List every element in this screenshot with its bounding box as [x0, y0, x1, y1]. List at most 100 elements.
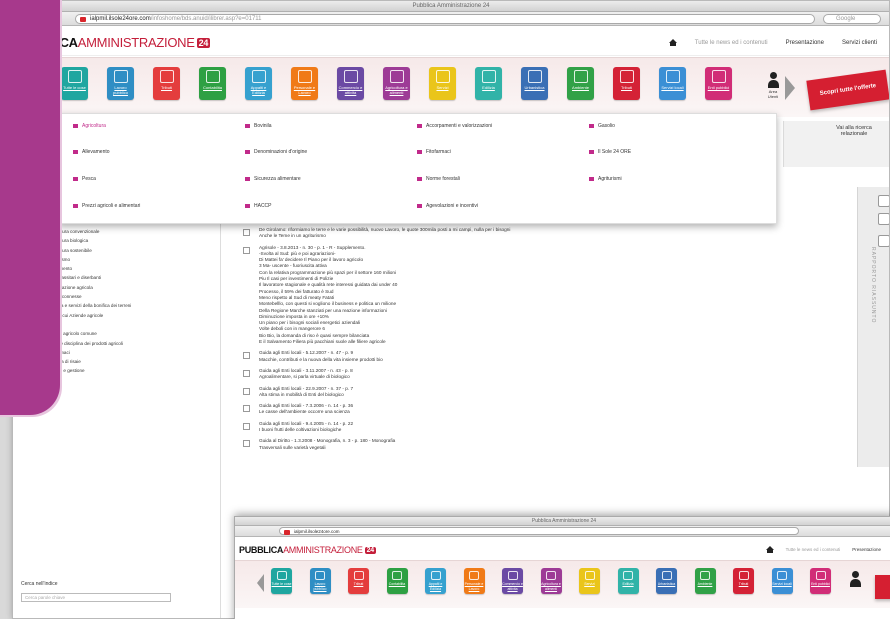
category-label: Edilizia: [482, 85, 495, 90]
dropdown-item[interactable]: Accorpamenti e valorizzazioni: [417, 123, 492, 129]
category-tile[interactable]: Edilizia: [475, 67, 502, 100]
window2-category-tile[interactable]: Enti pubblici: [810, 568, 831, 594]
top-link-presentazione[interactable]: Presentazione: [786, 40, 824, 46]
window2-category-label: Tributi: [738, 582, 749, 586]
top-link-news[interactable]: Tutte le news ed i contenuti: [695, 40, 768, 46]
dropdown-item[interactable]: Fitofarmaci: [417, 149, 451, 155]
window2-buy-button[interactable]: [875, 575, 890, 599]
dropdown-item[interactable]: HACCP: [245, 203, 272, 209]
browser-search[interactable]: Google: [823, 14, 881, 24]
dropdown-item[interactable]: Pesca: [73, 176, 96, 182]
category-icon: [665, 70, 680, 83]
window2-user-area-button[interactable]: [847, 571, 863, 599]
window2-logo-bold: PUBBLICA: [239, 545, 284, 555]
address-bar[interactable]: ialpmil.ilsole24ore.com/infoshome/bds.an…: [75, 14, 815, 24]
category-tile[interactable]: Lavoro pubblico: [107, 67, 134, 100]
category-tile[interactable]: Agricoltura e alimenti: [383, 67, 410, 100]
category-tile[interactable]: Servizi locali: [659, 67, 686, 100]
window2-top-link-presentazione[interactable]: Presentazione: [852, 547, 881, 552]
dropdown-item[interactable]: Prezzi agricoli e alimentari: [73, 203, 140, 209]
result-entry[interactable]: De Girolamo: riformiamo le terre e le va…: [243, 227, 663, 240]
category-tile[interactable]: Enti pubblici: [705, 67, 732, 100]
category-tile[interactable]: Commercio e attivita: [337, 67, 364, 100]
category-icon: [435, 70, 450, 83]
category-tile[interactable]: Servizi: [429, 67, 456, 100]
dropdown-item[interactable]: Agriturismi: [589, 176, 622, 182]
result-line: Macchie, contributi e la nuova della vit…: [259, 356, 383, 362]
dropdown-item[interactable]: Allevamento: [73, 149, 110, 155]
window2-category-icon: [700, 571, 710, 580]
result-entry[interactable]: Agrisole - 3.8.2013 - n. 30 - p. 1 - R -…: [243, 245, 663, 346]
window2-home-icon[interactable]: [765, 546, 774, 553]
category-label: Enti pubblici: [707, 85, 730, 90]
category-tile[interactable]: Tributi: [613, 67, 640, 100]
print-icon[interactable]: [878, 195, 889, 207]
window2-category-label: Lavoro pubblico: [313, 582, 327, 591]
window2-category-tile[interactable]: Servizi locali: [771, 568, 793, 594]
result-entry[interactable]: Guida agli Enti locali - 7.3.2006 - n. 1…: [243, 403, 663, 416]
dropdown-item[interactable]: Agricoltura: [73, 123, 106, 129]
window2-category-tile[interactable]: Personale e Lavoro: [463, 568, 485, 594]
window2-category-tile[interactable]: Agricoltura e alimenti: [540, 568, 562, 594]
strip-label: RAPPORTO RIASSUNTO: [870, 247, 876, 324]
copy-icon[interactable]: [878, 213, 889, 225]
dropdown-item[interactable]: Denominazioni d'origine: [245, 149, 307, 155]
window2-prev-arrow-icon[interactable]: [257, 574, 264, 592]
window2-category-label: Agricoltura e alimenti: [541, 582, 561, 591]
window2-top-link-news[interactable]: Tutte le news ed i contenuti: [786, 547, 841, 552]
index-search-input[interactable]: Cerca parole chiave: [21, 593, 171, 602]
top-link-servizi[interactable]: Servizi clienti: [842, 40, 877, 46]
window2-category-icon: [584, 571, 595, 580]
window2-category-tile[interactable]: Contabilita: [386, 568, 408, 594]
window2-category-tile[interactable]: Tributi: [733, 568, 754, 594]
home-icon[interactable]: [668, 39, 677, 46]
dropdown-item[interactable]: Agevolazioni e incentivi: [417, 203, 478, 209]
window2-category-tile[interactable]: Tutte le cose: [271, 568, 292, 594]
second-browser-window: Pubblica Amministrazione 24 ialpmil.ilso…: [234, 516, 890, 619]
category-tile[interactable]: Contabilita: [199, 67, 226, 100]
window2-category-label: Ambiente: [697, 582, 713, 586]
window2-category-tile[interactable]: Urbanistica: [656, 568, 677, 594]
category-tile[interactable]: Tutte le cose: [61, 67, 88, 100]
result-entry[interactable]: Guida agli Enti locali - 9.4.2005 - n. 1…: [243, 421, 663, 434]
goto-relational-search[interactable]: Vai alla ricerca relazionale: [824, 125, 884, 137]
dropdown-item[interactable]: Il Sole 24 ORE: [589, 149, 631, 155]
window2-category-tile[interactable]: Edilizia: [617, 568, 639, 594]
user-area-button[interactable]: Area Utenti: [765, 72, 781, 100]
result-entry[interactable]: Guida agli Enti locali - 3.11.2007 - n. …: [243, 368, 663, 381]
save-icon[interactable]: [878, 235, 889, 247]
window2-site-logo[interactable]: PUBBLICAAMMINISTRAZIONE 24: [239, 545, 376, 555]
window2-category-tile[interactable]: Servizi: [579, 568, 600, 594]
category-tile[interactable]: Ambiente: [567, 67, 594, 100]
dropdown-item[interactable]: Norme forestali: [417, 176, 460, 182]
window2-logo-light: AMMINISTRAZIONE: [283, 545, 363, 555]
window2-category-tile[interactable]: Commercio e attivita: [502, 568, 523, 594]
window2-category-icon: [353, 571, 364, 580]
category-tile[interactable]: Appalti e Edilizia: [245, 67, 272, 100]
category-tile[interactable]: Tributi: [153, 67, 180, 100]
next-arrow-icon[interactable]: [785, 76, 795, 100]
category-icon: [527, 70, 542, 83]
category-tile[interactable]: Urbanistica: [521, 67, 548, 100]
window2-category-tile[interactable]: Lavoro pubblico: [309, 568, 331, 594]
window2-address-bar[interactable]: ialpmil.ilsole24ore.com: [279, 527, 799, 535]
window2-favicon-icon: [284, 530, 290, 535]
window2-category-label: Tributi: [353, 582, 364, 586]
result-entry[interactable]: Guida agli Enti locali - 22.9.2007 - n. …: [243, 386, 663, 399]
result-entry[interactable]: Guida agli Enti locali - 5.12.2007 - n. …: [243, 350, 663, 363]
dropdown-item[interactable]: Bovinila: [245, 123, 272, 129]
category-icon: [573, 70, 588, 83]
category-icon: [343, 70, 358, 83]
category-label: Personale e Lavoro: [293, 85, 316, 95]
category-tile[interactable]: Personale e Lavoro: [291, 67, 318, 100]
category-icon: [711, 70, 726, 83]
window2-category-tile[interactable]: Tributi: [348, 568, 369, 594]
buy-offers-button[interactable]: Scopri tutte l'offerte: [806, 69, 889, 111]
result-entry[interactable]: Guida al Diritto - 1.3.2008 - Monografia…: [243, 438, 663, 451]
window2-category-icon: [623, 571, 633, 580]
window2-category-tile[interactable]: Ambiente: [694, 568, 716, 594]
dropdown-item[interactable]: Sicurezza alimentare: [245, 176, 301, 182]
category-label: Urbanistica: [524, 85, 545, 90]
dropdown-item[interactable]: Gasolio: [589, 123, 615, 129]
window2-category-tile[interactable]: Appalti e Edilizia: [425, 568, 446, 594]
